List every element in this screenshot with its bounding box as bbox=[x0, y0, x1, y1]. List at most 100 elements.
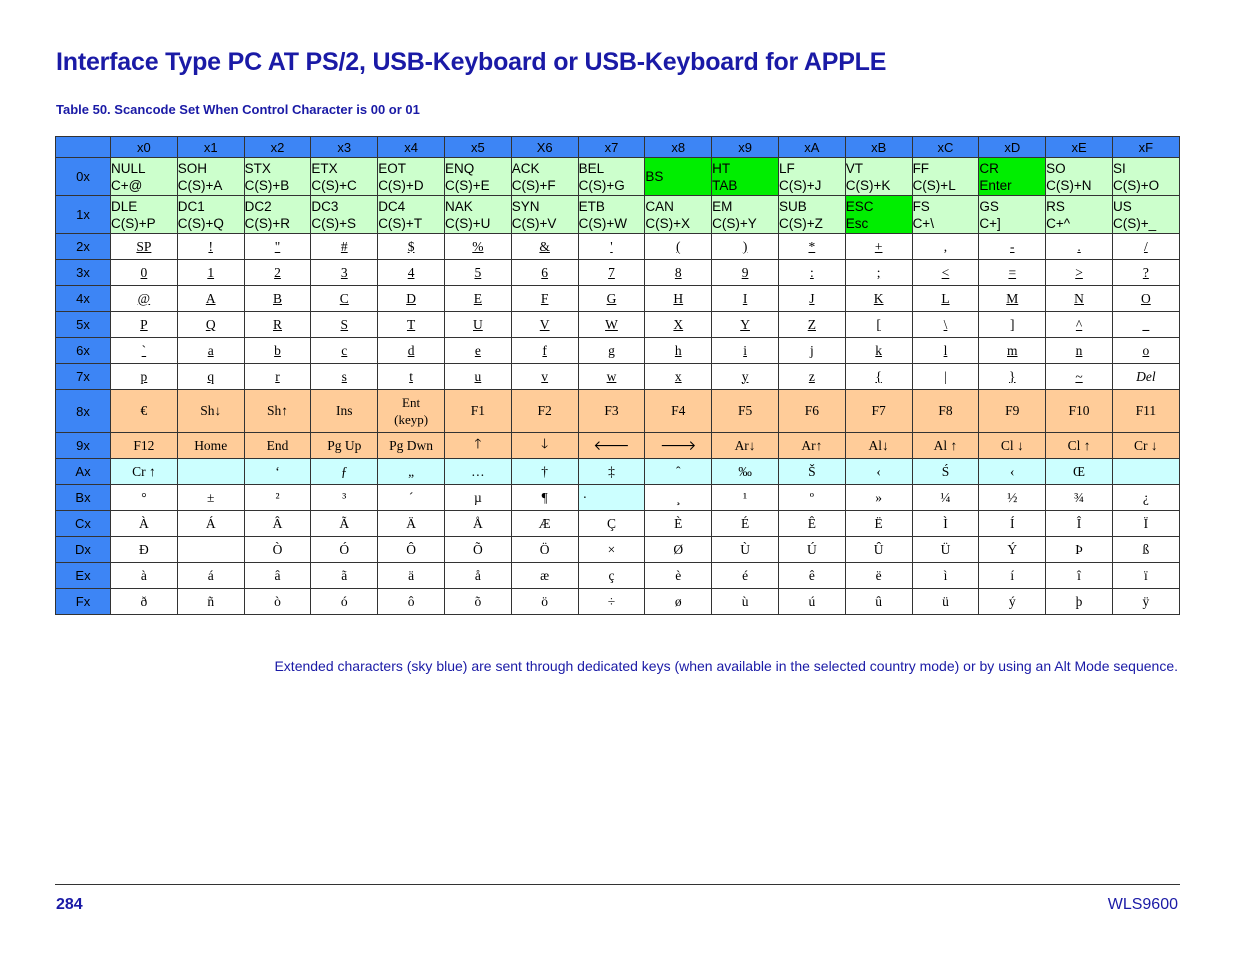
extended-char: ½ bbox=[1007, 489, 1018, 505]
extended-char: † bbox=[541, 463, 549, 479]
char-cell: # bbox=[310, 233, 379, 260]
extended-char-cell: Ä bbox=[377, 510, 445, 537]
char-cell: h bbox=[644, 337, 713, 364]
function-key-cell: F4 bbox=[644, 389, 713, 433]
extended-char: ß bbox=[1142, 541, 1150, 557]
extended-char: ÿ bbox=[1142, 593, 1150, 609]
extended-char-cell: Å bbox=[443, 510, 512, 537]
control-char-cell: SOH C(S)+A bbox=[176, 157, 245, 196]
extended-char: Ý bbox=[1007, 541, 1018, 557]
extended-char: ¸ bbox=[676, 489, 681, 505]
extended-char: Ú bbox=[806, 541, 817, 557]
extended-char-cell: ñ bbox=[176, 588, 245, 615]
function-key-cell: Pg Dwn bbox=[377, 432, 445, 459]
control-code: RS bbox=[1046, 198, 1065, 214]
char-cell: G bbox=[577, 285, 646, 312]
extended-char: ô bbox=[407, 593, 415, 609]
control-char-cell: ETX C(S)+C bbox=[310, 157, 379, 196]
function-key-label: F12 bbox=[133, 437, 155, 453]
extended-char: ó bbox=[340, 593, 348, 609]
control-char-cell: GS C+] bbox=[978, 195, 1047, 234]
control-code: CR bbox=[979, 160, 999, 176]
extended-char: Û bbox=[873, 541, 884, 557]
char-cell: g bbox=[577, 337, 646, 364]
char-cell: s bbox=[310, 363, 379, 390]
extended-char-cell: ç bbox=[577, 562, 646, 589]
function-key-cell: Al↓ bbox=[844, 432, 913, 459]
char-value: h bbox=[674, 342, 682, 358]
product-name: WLS9600 bbox=[1107, 896, 1178, 913]
extended-char-cell: ˆ bbox=[644, 458, 713, 485]
char-cell: r bbox=[243, 363, 312, 390]
control-char-cell: ESC Esc bbox=[844, 195, 913, 234]
char-cell: ~ bbox=[1045, 363, 1113, 390]
function-key-label: F11 bbox=[1135, 403, 1157, 418]
control-code: LF bbox=[778, 160, 795, 176]
column-header: xF bbox=[1111, 136, 1180, 158]
control-code: EOT bbox=[378, 160, 406, 176]
control-code: SO bbox=[1046, 160, 1066, 176]
char-cell: k bbox=[844, 337, 913, 364]
char-value: E bbox=[473, 290, 482, 306]
extended-char-cell: ã bbox=[310, 562, 379, 589]
function-key-label: Sh↓ bbox=[200, 403, 222, 418]
char-cell: X bbox=[644, 311, 713, 338]
char-cell: z bbox=[777, 363, 846, 390]
extended-char-cell: ± bbox=[176, 484, 245, 511]
extended-char-cell: ä bbox=[377, 562, 445, 589]
extended-char: È bbox=[674, 515, 683, 531]
extended-char-cell: Œ bbox=[1045, 458, 1113, 485]
control-char-cell: NULL C+@ bbox=[110, 157, 178, 196]
extended-char-cell: û bbox=[844, 588, 913, 615]
char-cell: 8 bbox=[644, 259, 713, 286]
extended-char: É bbox=[740, 515, 750, 531]
control-code: ESC bbox=[845, 198, 874, 214]
extended-char: ² bbox=[275, 489, 280, 505]
char-value: M bbox=[1006, 290, 1019, 306]
char-cell: H bbox=[644, 285, 713, 312]
control-code: FS bbox=[912, 198, 930, 214]
extended-char-cell: ‹ bbox=[978, 458, 1047, 485]
extended-char-cell: · bbox=[577, 484, 646, 511]
function-key-label: Ins bbox=[336, 403, 353, 418]
key-combo: C(S)+B bbox=[244, 177, 290, 193]
char-cell: " bbox=[243, 233, 312, 260]
extended-char-cell: ÿ bbox=[1111, 588, 1180, 615]
control-code: NULL bbox=[111, 160, 146, 176]
control-char-cell: SYN C(S)+V bbox=[510, 195, 579, 234]
control-code: SOH bbox=[177, 160, 208, 176]
char-cell: ^ bbox=[1045, 311, 1113, 338]
extended-char-cell: ¶ bbox=[510, 484, 579, 511]
function-key-cell: Al ↑ bbox=[911, 432, 980, 459]
extended-char-cell: ü bbox=[911, 588, 980, 615]
control-char-cell: DC2 C(S)+R bbox=[243, 195, 312, 234]
extended-char-cell: ð bbox=[110, 588, 178, 615]
char-cell: % bbox=[443, 233, 512, 260]
function-key-cell: F12 bbox=[110, 432, 178, 459]
extended-char: é bbox=[742, 567, 749, 583]
char-cell: - bbox=[978, 233, 1047, 260]
extended-char-cell: É bbox=[711, 510, 779, 537]
char-cell: A bbox=[176, 285, 245, 312]
extended-char: ì bbox=[943, 567, 948, 583]
char-value: 2 bbox=[274, 264, 281, 280]
key-combo: C(S)+C bbox=[311, 177, 357, 193]
extended-char: ± bbox=[206, 489, 215, 505]
char-value: 3 bbox=[340, 264, 348, 280]
char-value: ? bbox=[1142, 264, 1149, 280]
extended-char: ƒ bbox=[340, 463, 348, 479]
control-code: FF bbox=[912, 160, 930, 176]
char-cell: = bbox=[978, 259, 1047, 286]
char-cell: R bbox=[243, 311, 312, 338]
function-key-label: F3 bbox=[604, 403, 619, 418]
extended-char-cell: … bbox=[443, 458, 512, 485]
extended-char-cell: à bbox=[110, 562, 178, 589]
extended-char-cell: ÷ bbox=[577, 588, 646, 615]
extended-char-cell: Ø bbox=[644, 536, 713, 563]
char-value: i bbox=[743, 342, 747, 358]
extended-char-cell: ò bbox=[243, 588, 312, 615]
char-cell: > bbox=[1045, 259, 1113, 286]
char-cell: | bbox=[911, 363, 980, 390]
char-value: b bbox=[274, 342, 281, 358]
extended-char-cell: ô bbox=[377, 588, 445, 615]
